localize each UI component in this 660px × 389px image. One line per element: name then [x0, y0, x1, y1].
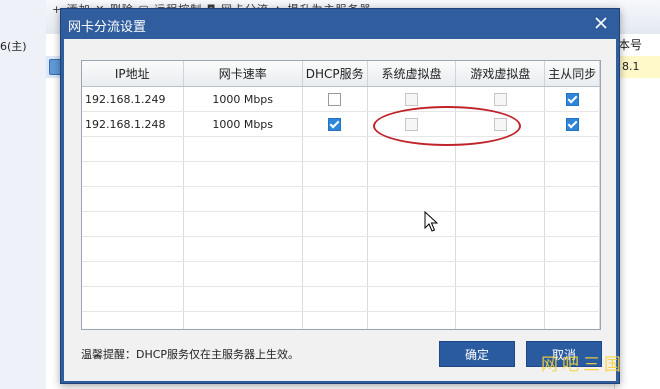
empty-row [82, 311, 600, 329]
empty-row [82, 136, 600, 162]
watermark-logo: 网吧三国 [541, 355, 625, 375]
dhcp-checkbox[interactable] [328, 117, 342, 131]
table-row[interactable]: 192.168.1.249 1000 Mbps [82, 86, 600, 112]
empty-row [82, 261, 600, 287]
nic-table: IP地址 网卡速率 DHCP服务 系统虚拟盘 游戏虚拟盘 主从同步 192.16… [81, 60, 601, 330]
col-header-ip[interactable]: IP地址 [82, 61, 184, 87]
ip-cell: 192.168.1.248 [82, 111, 184, 137]
dialog-titlebar[interactable]: 网卡分流设置 [61, 9, 619, 39]
close-icon [595, 17, 607, 29]
empty-row [82, 286, 600, 312]
col-header-game-vdisk[interactable]: 游戏虚拟盘 [455, 61, 546, 87]
dialog-body: IP地址 网卡速率 DHCP服务 系统虚拟盘 游戏虚拟盘 主从同步 192.16… [64, 39, 616, 381]
version-cell: 8.1 [616, 56, 660, 78]
ip-cell: 192.168.1.249 [82, 86, 184, 112]
col-header-speed[interactable]: 网卡速率 [183, 61, 303, 87]
mouse-cursor-icon [424, 211, 438, 232]
speed-cell: 1000 Mbps [183, 111, 303, 137]
col-header-sync[interactable]: 主从同步 [544, 61, 600, 87]
nic-split-dialog: 网卡分流设置 IP地址 网卡速率 DHCP服务 系统虚拟盘 游戏虚拟盘 主从同步… [60, 8, 620, 384]
table-header-row: IP地址 网卡速率 DHCP服务 系统虚拟盘 游戏虚拟盘 主从同步 [82, 61, 600, 87]
dialog-title: 网卡分流设置 [68, 20, 147, 35]
ok-button[interactable]: 确定 [439, 341, 515, 367]
version-column-header: 本号 [618, 38, 643, 52]
version-column [614, 34, 660, 389]
close-button[interactable] [589, 13, 613, 35]
col-header-sys-vdisk[interactable]: 系统虚拟盘 [367, 61, 457, 87]
sys-vdisk-checkbox[interactable] [404, 117, 418, 131]
speed-cell: 1000 Mbps [183, 86, 303, 112]
game-vdisk-checkbox[interactable] [493, 117, 507, 131]
empty-row [82, 186, 600, 212]
game-vdisk-checkbox[interactable] [493, 92, 507, 106]
empty-row [82, 236, 600, 262]
empty-row [82, 161, 600, 187]
sys-vdisk-checkbox[interactable] [404, 92, 418, 106]
empty-row [82, 211, 600, 237]
tree-node-server[interactable]: 6(主) [0, 38, 27, 54]
dhcp-checkbox[interactable] [328, 92, 342, 106]
device-tree-panel: 6(主) [0, 0, 47, 389]
sync-checkbox[interactable] [565, 117, 579, 131]
table-row[interactable]: 192.168.1.248 1000 Mbps [82, 111, 600, 137]
col-header-dhcp[interactable]: DHCP服务 [302, 61, 368, 87]
sync-checkbox[interactable] [565, 92, 579, 106]
tip-text: 温馨提醒：DHCP服务仅在主服务器上生效。 [81, 348, 300, 361]
